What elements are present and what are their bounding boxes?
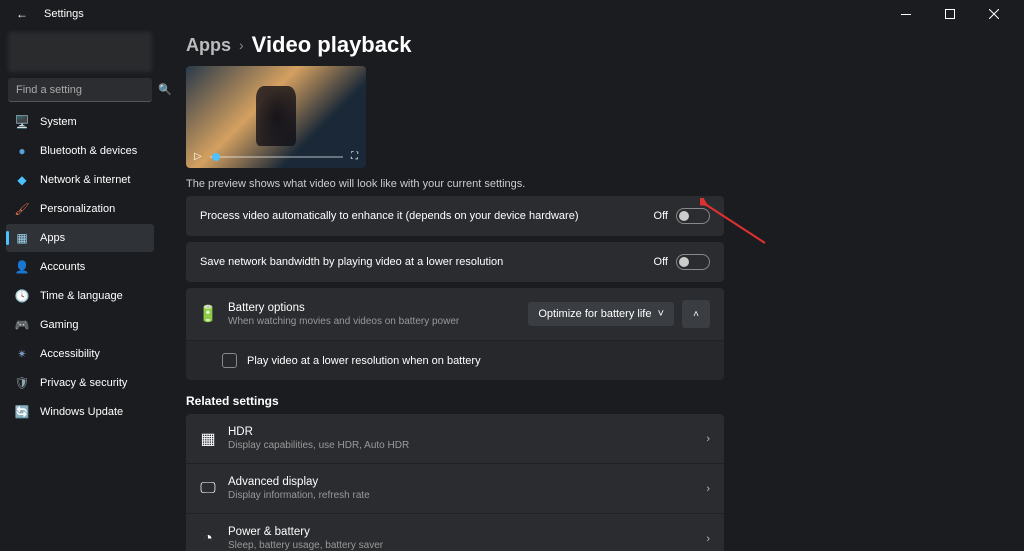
maximize-icon <box>945 9 955 19</box>
nav-icon: 🖥️ <box>14 114 30 130</box>
checkbox-label: Play video at a lower resolution when on… <box>247 355 710 367</box>
minimize-icon <box>901 14 911 15</box>
chevron-right-icon: › <box>706 533 710 545</box>
sidebar-item-gaming[interactable]: 🎮 Gaming <box>6 311 154 339</box>
nav-label: Apps <box>40 232 65 244</box>
nav-icon: ✴ <box>14 346 30 362</box>
sidebar-item-accessibility[interactable]: ✴ Accessibility <box>6 340 154 368</box>
chevron-right-icon: › <box>239 37 244 53</box>
sidebar-item-apps[interactable]: ▦ Apps <box>6 224 154 252</box>
nav-icon: ◆ <box>14 172 30 188</box>
maximize-button[interactable] <box>928 0 972 28</box>
chevron-right-icon: › <box>706 433 710 445</box>
sidebar-item-system[interactable]: 🖥️ System <box>6 108 154 136</box>
nav-icon: ● <box>14 143 30 159</box>
breadcrumb-parent[interactable]: Apps <box>186 35 231 56</box>
nav-icon: 🎮 <box>14 317 30 333</box>
nav-icon: 🕓 <box>14 288 30 304</box>
user-account-block[interactable] <box>8 32 152 72</box>
nav-icon: 🛡 <box>14 375 30 391</box>
setting-label: Process video automatically to enhance i… <box>200 210 654 222</box>
back-button[interactable]: ← <box>8 7 36 21</box>
setting-battery-options: 🔋 Battery options When watching movies a… <box>186 288 724 341</box>
battery-optimize-dropdown[interactable]: Optimize for battery life ˅ <box>528 302 674 326</box>
related-settings-heading: Related settings <box>186 394 1008 408</box>
seek-thumb[interactable] <box>212 153 220 161</box>
seek-bar[interactable] <box>210 156 343 158</box>
toggle-state: Off <box>654 256 668 268</box>
sidebar-item-time-language[interactable]: 🕓 Time & language <box>6 282 154 310</box>
video-thumbnail <box>256 86 296 146</box>
nav-label: Accounts <box>40 261 85 273</box>
row-icon: 🖵 <box>200 481 216 497</box>
preview-caption: The preview shows what video will look l… <box>186 178 1008 190</box>
nav-label: Windows Update <box>40 406 123 418</box>
row-subtitle: Sleep, battery usage, battery saver <box>228 540 706 551</box>
sidebar-item-bluetooth-devices[interactable]: ● Bluetooth & devices <box>6 137 154 165</box>
related-advanced-display[interactable]: 🖵 Advanced display Display information, re… <box>186 464 724 514</box>
lowres-checkbox[interactable] <box>222 353 237 368</box>
row-title: HDR <box>228 426 706 438</box>
row-title: Power & battery <box>228 526 706 538</box>
toggle-knob <box>679 211 689 221</box>
nav-icon: ▦ <box>14 230 30 246</box>
page-title: Video playback <box>252 32 412 58</box>
related-hdr[interactable]: ▦ HDR Display capabilities, use HDR, Auto … <box>186 414 724 464</box>
close-icon <box>989 9 999 19</box>
search-box[interactable]: 🔍 <box>8 78 152 102</box>
sidebar-item-personalization[interactable]: 🖌 Personalization <box>6 195 154 223</box>
nav-icon: 🔄 <box>14 404 30 420</box>
collapse-button[interactable]: ˄ <box>682 300 710 328</box>
setting-enhance-video: Process video automatically to enhance i… <box>186 196 724 236</box>
setting-bandwidth: Save network bandwidth by playing video … <box>186 242 724 282</box>
nav-label: Time & language <box>40 290 123 302</box>
sidebar-item-accounts[interactable]: 👤 Accounts <box>6 253 154 281</box>
nav-icon: 🖌 <box>14 201 30 217</box>
related-power-battery[interactable]: ◔ Power & battery Sleep, battery usage, ba… <box>186 514 724 551</box>
play-button[interactable]: ▷ <box>194 151 202 162</box>
nav-label: Personalization <box>40 203 115 215</box>
breadcrumb: Apps › Video playback <box>186 32 1008 58</box>
nav-label: Accessibility <box>40 348 100 360</box>
sidebar-item-windows-update[interactable]: 🔄 Windows Update <box>6 398 154 426</box>
nav-label: Network & internet <box>40 174 130 186</box>
search-input[interactable] <box>16 84 158 96</box>
sidebar-item-privacy-security[interactable]: 🛡 Privacy & security <box>6 369 154 397</box>
bandwidth-toggle[interactable] <box>676 254 710 270</box>
battery-icon: 🔋 <box>200 306 216 322</box>
row-title: Advanced display <box>228 476 706 488</box>
nav-label: System <box>40 116 77 128</box>
toggle-knob <box>679 257 689 267</box>
chevron-right-icon: › <box>706 483 710 495</box>
nav-label: Privacy & security <box>40 377 127 389</box>
fullscreen-button[interactable]: ⛶ <box>351 151 358 162</box>
dropdown-value: Optimize for battery life <box>538 308 651 320</box>
chevron-up-icon: ˄ <box>693 309 699 320</box>
setting-battery-lowres: Play video at a lower resolution when on… <box>186 341 724 380</box>
sidebar-item-network-internet[interactable]: ◆ Network & internet <box>6 166 154 194</box>
enhance-toggle[interactable] <box>676 208 710 224</box>
setting-label: Save network bandwidth by playing video … <box>200 256 654 268</box>
minimize-button[interactable] <box>884 0 928 28</box>
nav-icon: 👤 <box>14 259 30 275</box>
row-icon: ◔ <box>200 531 216 547</box>
row-subtitle: Display capabilities, use HDR, Auto HDR <box>228 440 706 451</box>
setting-subtitle: When watching movies and videos on batte… <box>228 316 528 327</box>
row-icon: ▦ <box>200 431 216 447</box>
nav-label: Gaming <box>40 319 79 331</box>
toggle-state: Off <box>654 210 668 222</box>
close-button[interactable] <box>972 0 1016 28</box>
setting-title: Battery options <box>228 302 528 314</box>
nav-label: Bluetooth & devices <box>40 145 137 157</box>
app-title: Settings <box>44 8 84 20</box>
video-preview: ▷ ⛶ <box>186 66 366 168</box>
row-subtitle: Display information, refresh rate <box>228 490 706 501</box>
